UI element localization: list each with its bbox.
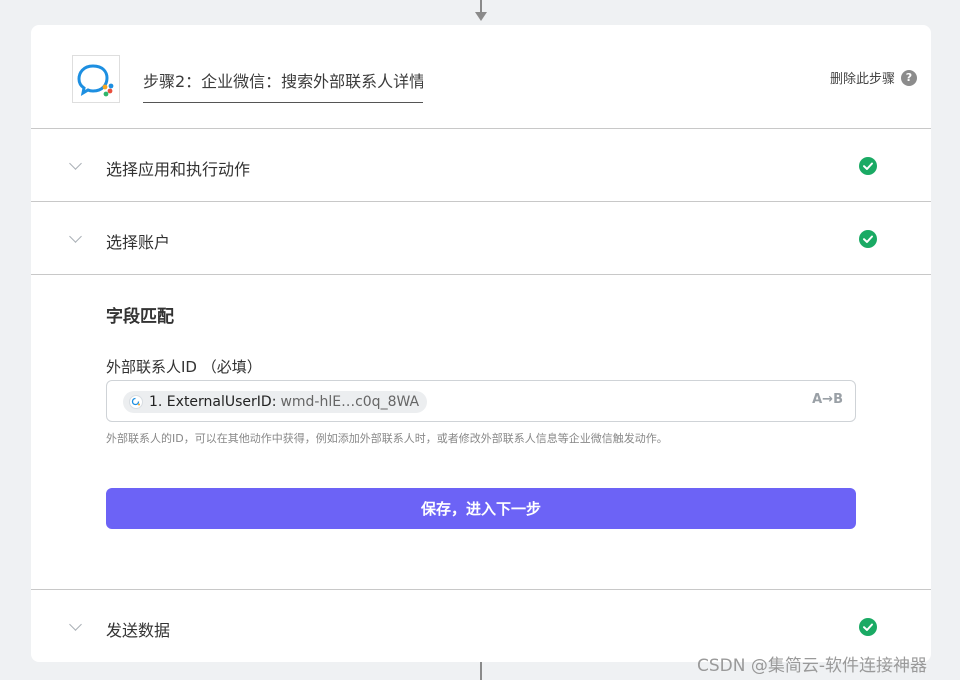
chevron-down-icon (69, 230, 82, 243)
section-label: 选择账户 (106, 233, 171, 252)
delete-step-button[interactable]: 删除此步骤 ? (830, 68, 917, 87)
external-id-label: 外部联系人ID （必填） (106, 358, 262, 376)
field-mapping-title: 字段匹配 (106, 307, 174, 327)
wecom-small-icon (129, 395, 143, 409)
chevron-down-icon (69, 157, 82, 170)
step-card: 步骤2：企业微信：搜索外部联系人详情 删除此步骤 ? 选择应用和执行动作 选择账… (31, 25, 931, 662)
step-title[interactable]: 步骤2：企业微信：搜索外部联系人详情 (143, 68, 423, 103)
delete-step-label: 删除此步骤 (829, 72, 895, 87)
help-icon[interactable]: ? (901, 69, 917, 86)
token-name: 1. ExternalUserID: (149, 394, 277, 410)
check-circle-icon (859, 157, 877, 175)
flow-arrow-down-icon (475, 12, 487, 21)
chevron-down-icon (69, 618, 82, 631)
wecom-logo-icon (72, 55, 120, 103)
variable-token[interactable]: 1. ExternalUserID: wmd-hlE…c0q_8WA (123, 391, 428, 413)
watermark: CSDN @集简云-软件连接神器 (697, 656, 928, 676)
section-choose-app-action[interactable]: 选择应用和执行动作 (31, 129, 931, 202)
text-mode-icon[interactable]: A→B (812, 392, 843, 407)
step-header: 步骤2：企业微信：搜索外部联系人详情 删除此步骤 ? (31, 25, 931, 129)
save-continue-button[interactable]: 保存，进入下一步 (106, 488, 856, 529)
token-value: wmd-hlE…c0q_8WA (280, 394, 420, 410)
external-id-help-text: 外部联系人的ID，可以在其他动作中获得，例如添加外部联系人时，或者修改外部联系人… (106, 432, 668, 445)
check-circle-icon (859, 618, 877, 636)
section-label: 选择应用和执行动作 (106, 160, 251, 179)
section-field-mapping: 字段匹配 外部联系人ID （必填） 1. ExternalUserID: wmd… (31, 275, 931, 590)
external-id-input[interactable]: 1. ExternalUserID: wmd-hlE…c0q_8WA A→B (106, 380, 856, 422)
flow-connector-bottom (480, 662, 482, 680)
check-circle-icon (859, 230, 877, 248)
section-label: 发送数据 (106, 621, 171, 640)
section-choose-account[interactable]: 选择账户 (31, 202, 931, 275)
